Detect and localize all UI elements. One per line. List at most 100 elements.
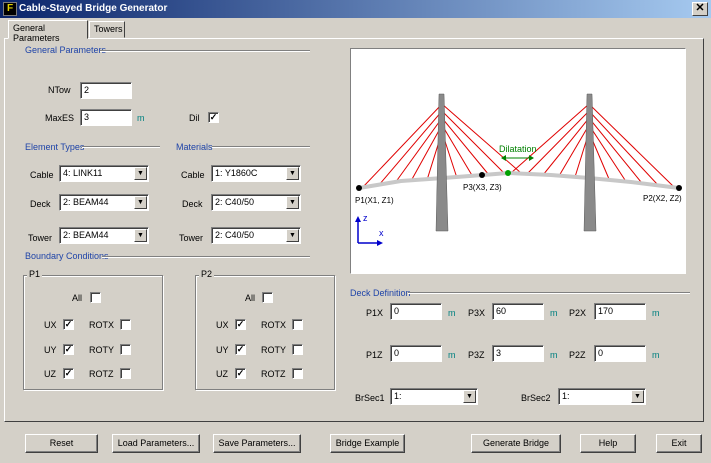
p1z-label: P1Z — [366, 350, 383, 360]
p2z-unit: m — [652, 350, 660, 360]
p1-point — [356, 185, 362, 191]
p2-uz-checkbox[interactable]: ✓ — [235, 368, 246, 379]
p3z-input[interactable]: 3 — [492, 345, 544, 362]
bridge-example-button[interactable]: Bridge Example — [330, 434, 405, 453]
axis-z-label: z — [363, 213, 368, 223]
p1-uz-label: UZ — [44, 369, 56, 379]
p1-ux-label: UX — [44, 320, 57, 330]
p1-roty-checkbox[interactable] — [120, 344, 131, 355]
p1x-unit: m — [448, 308, 456, 318]
p1-rotx-checkbox[interactable] — [120, 319, 131, 330]
p1z-input[interactable]: 0 — [390, 345, 442, 362]
p1z-unit: m — [448, 350, 456, 360]
cable-material-label: Cable — [181, 170, 205, 180]
ntow-input[interactable]: 2 — [80, 82, 132, 99]
p2-uy-checkbox[interactable]: ✓ — [235, 344, 246, 355]
reset-button[interactable]: Reset — [25, 434, 98, 453]
chevron-down-icon[interactable]: ▼ — [286, 196, 299, 209]
chevron-down-icon[interactable]: ▼ — [286, 167, 299, 180]
exit-button[interactable]: Exit — [656, 434, 702, 453]
brsec1-label: BrSec1 — [355, 393, 385, 403]
deck-material-select[interactable]: 2: C40/50 ▼ — [211, 194, 301, 211]
tower-element-select[interactable]: 2: BEAM44 ▼ — [59, 227, 149, 244]
p3x-input[interactable]: 60 — [492, 303, 544, 320]
help-button[interactable]: Help — [580, 434, 636, 453]
boundary-conditions-heading: Boundary Conditions — [25, 251, 109, 261]
brsec2-value: 1: — [562, 391, 570, 401]
p1x-label: P1X — [366, 308, 384, 318]
divider — [100, 50, 310, 52]
close-button[interactable]: ✕ — [692, 2, 708, 16]
general-parameters-heading: General Parameters — [25, 45, 107, 55]
chevron-down-icon[interactable]: ▼ — [134, 196, 147, 209]
p1-all-checkbox[interactable] — [90, 292, 101, 303]
p2-rotx-label: ROTX — [261, 320, 287, 330]
p2-label: P2(X2, Z2) — [643, 194, 682, 203]
p1-rotx-label: ROTX — [89, 320, 115, 330]
brsec1-select[interactable]: 1: ▼ — [390, 388, 478, 405]
cable-element-value: 4: LINK11 — [63, 168, 103, 178]
tab-towers[interactable]: Towers — [89, 21, 125, 38]
maxes-label: MaxES — [45, 113, 75, 123]
window-title: Cable-Stayed Bridge Generator — [19, 3, 168, 14]
tab-general-parameters[interactable]: General Parameters — [8, 20, 88, 43]
p2z-input[interactable]: 0 — [594, 345, 646, 362]
p2x-input[interactable]: 170 — [594, 303, 646, 320]
p2-roty-label: ROTY — [261, 345, 287, 355]
p2-all-label: All — [245, 293, 256, 303]
divider — [212, 146, 310, 148]
element-types-heading: Element Types — [25, 142, 85, 152]
cable-element-label: Cable — [30, 170, 54, 180]
maxes-unit: m — [137, 113, 145, 123]
tower-material-select[interactable]: 2: C40/50 ▼ — [211, 227, 301, 244]
chevron-down-icon[interactable]: ▼ — [463, 390, 476, 403]
deck-element-value: 2: BEAM44 — [63, 197, 109, 207]
brsec2-select[interactable]: 1: ▼ — [558, 388, 646, 405]
tower-material-label: Tower — [179, 233, 204, 243]
deck-material-label: Deck — [182, 199, 203, 209]
arrow-right-icon — [529, 155, 534, 161]
p2x-label: P2X — [569, 308, 587, 318]
p1-label: P1(X1, Z1) — [355, 196, 394, 205]
p2-rotx-checkbox[interactable] — [292, 319, 303, 330]
ntow-label: NTow — [48, 85, 71, 95]
bridge-drawing: Dilatation P1(X1, Z1) P3(X3, Z3) P2(X2, … — [355, 93, 682, 246]
p1-uy-checkbox[interactable]: ✓ — [63, 344, 74, 355]
chevron-down-icon[interactable]: ▼ — [286, 229, 299, 242]
p1-ux-checkbox[interactable]: ✓ — [63, 319, 74, 330]
p2-uz-label: UZ — [216, 369, 228, 379]
chevron-down-icon[interactable]: ▼ — [134, 167, 147, 180]
p1x-input[interactable]: 0 — [390, 303, 442, 320]
materials-heading: Materials — [176, 142, 213, 152]
p1-all-label: All — [72, 293, 83, 303]
chevron-down-icon[interactable]: ▼ — [631, 390, 644, 403]
p1-uz-checkbox[interactable]: ✓ — [63, 368, 74, 379]
p2-all-checkbox[interactable] — [262, 292, 273, 303]
p1-roty-label: ROTY — [89, 345, 115, 355]
cable-material-select[interactable]: 1: Y1860C ▼ — [211, 165, 301, 182]
generate-bridge-button[interactable]: Generate Bridge — [471, 434, 561, 453]
p2-roty-checkbox[interactable] — [292, 344, 303, 355]
p1-rotz-checkbox[interactable] — [120, 368, 131, 379]
app-icon: F — [3, 2, 17, 16]
maxes-input[interactable]: 3 — [80, 109, 132, 126]
p2-ux-checkbox[interactable]: ✓ — [235, 319, 246, 330]
load-parameters-button[interactable]: Load Parameters... — [112, 434, 200, 453]
title-bar: F Cable-Stayed Bridge Generator ✕ — [0, 0, 711, 18]
chevron-down-icon[interactable]: ▼ — [134, 229, 147, 242]
save-parameters-button[interactable]: Save Parameters... — [213, 434, 301, 453]
deck-line — [358, 170, 680, 190]
deck-element-select[interactable]: 2: BEAM44 ▼ — [59, 194, 149, 211]
dil-checkbox[interactable]: ✓ — [208, 112, 219, 123]
cable-element-select[interactable]: 4: LINK11 ▼ — [59, 165, 149, 182]
p2-rotz-checkbox[interactable] — [292, 368, 303, 379]
cable-material-value: 1: Y1860C — [215, 168, 258, 178]
p2-point — [676, 185, 682, 191]
brsec2-label: BrSec2 — [521, 393, 551, 403]
dil-label: Dil — [189, 113, 200, 123]
p3z-unit: m — [550, 350, 558, 360]
p1-rotz-label: ROTZ — [89, 369, 114, 379]
tower-element-value: 2: BEAM44 — [63, 230, 109, 240]
p2-ux-label: UX — [216, 320, 229, 330]
dilatation-point — [505, 170, 511, 176]
